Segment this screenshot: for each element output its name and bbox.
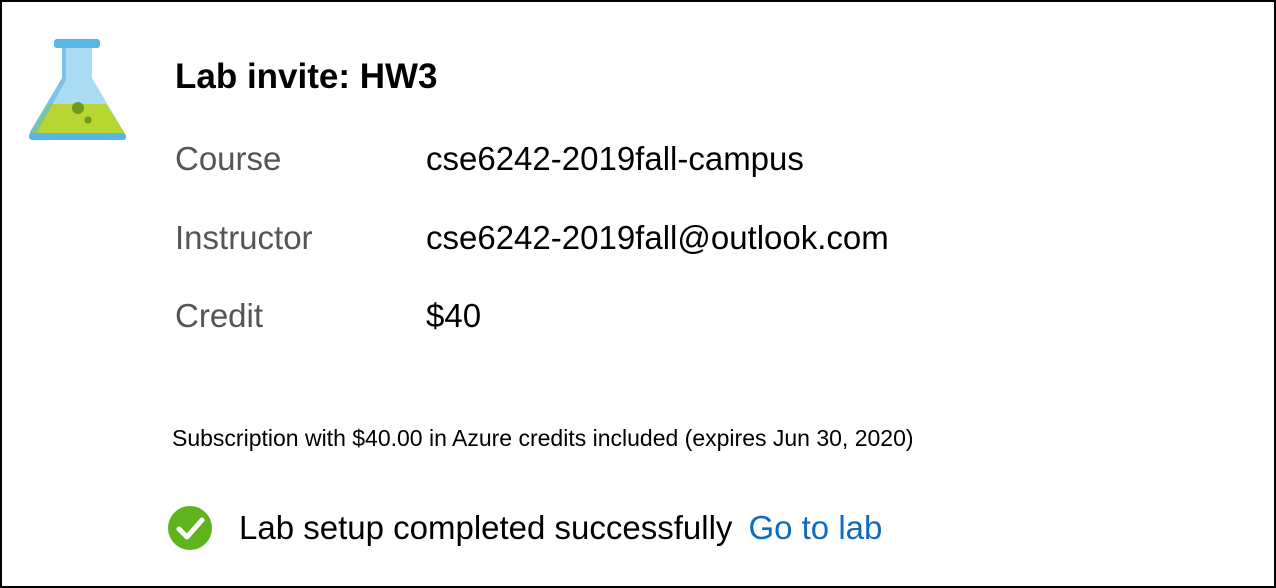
go-to-lab-link[interactable]: Go to lab [748, 509, 882, 547]
instructor-value: cse6242-2019fall@outlook.com [426, 219, 889, 256]
subscription-note: Subscription with $40.00 in Azure credit… [172, 425, 914, 451]
invite-title: Lab invite: HW3 [175, 57, 438, 96]
instructor-label: Instructor [175, 219, 313, 256]
setup-status: Lab setup completed successfully Go to l… [167, 504, 882, 552]
lab-invite-card: Lab invite: HW3 Course cse6242-2019fall-… [0, 0, 1276, 588]
course-label: Course [175, 140, 282, 177]
status-message: Lab setup completed successfully [239, 509, 733, 546]
lab-flask-icon [29, 39, 126, 140]
checkmark-circle-icon [168, 506, 212, 550]
credit-label: Credit [175, 297, 264, 334]
course-value: cse6242-2019fall-campus [426, 140, 804, 177]
credit-value: $40 [426, 297, 482, 334]
